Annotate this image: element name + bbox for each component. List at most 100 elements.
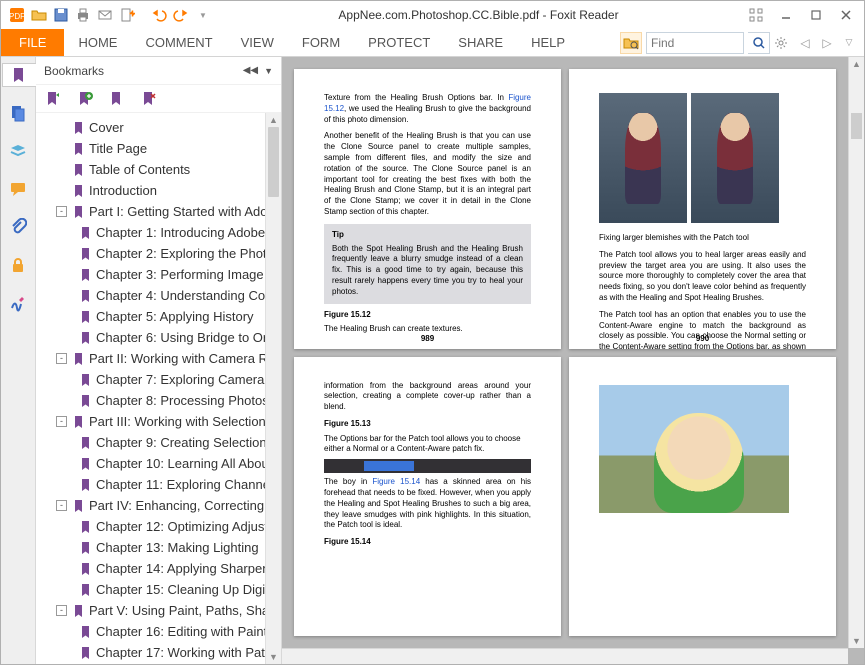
- bookmark-item[interactable]: Chapter 10: Learning All About: [36, 453, 281, 474]
- panel-menu-icon[interactable]: ▼: [264, 66, 273, 76]
- tree-toggle-icon[interactable]: -: [56, 206, 67, 217]
- bookmark-label: Chapter 7: Exploring Camera Raw: [96, 372, 281, 387]
- qat-dropdown-icon[interactable]: ▼: [193, 5, 213, 25]
- comments-tab-icon[interactable]: [6, 177, 30, 201]
- tab-share[interactable]: SHARE: [444, 29, 517, 56]
- doc-scrollbar-vertical[interactable]: ▲ ▼: [848, 57, 864, 648]
- bookmark-label: Chapter 12: Optimizing Adjustments: [96, 519, 281, 534]
- bookmark-item[interactable]: Chapter 11: Exploring Channels: [36, 474, 281, 495]
- bookmark-item[interactable]: Cover: [36, 117, 281, 138]
- bookmark-item[interactable]: -Part I: Getting Started with Adobe Phot…: [36, 201, 281, 222]
- bookmark-item[interactable]: Chapter 4: Understanding Color: [36, 285, 281, 306]
- ribbon-min-icon[interactable]: ▽: [840, 37, 858, 48]
- bookmark-item[interactable]: Chapter 6: Using Bridge to Organize: [36, 327, 281, 348]
- maximize-button[interactable]: [804, 5, 828, 25]
- tab-comment[interactable]: COMMENT: [131, 29, 226, 56]
- bookmark-label: Chapter 11: Exploring Channels: [96, 477, 279, 492]
- page-989: Texture from the Healing Brush Options b…: [294, 69, 561, 349]
- find-input[interactable]: [646, 32, 744, 54]
- bookmark-icon: [72, 184, 86, 198]
- bookmark-item[interactable]: -Part V: Using Paint, Paths, Shapes: [36, 600, 281, 621]
- signatures-tab-icon[interactable]: [6, 291, 30, 315]
- tab-home[interactable]: HOME: [64, 29, 131, 56]
- bookmark-item[interactable]: Chapter 7: Exploring Camera Raw: [36, 369, 281, 390]
- bookmark-item[interactable]: Chapter 14: Applying Sharpening: [36, 558, 281, 579]
- bm-delete-icon[interactable]: [140, 90, 158, 108]
- bookmark-item[interactable]: Chapter 9: Creating Selections: [36, 432, 281, 453]
- bm-expand-icon[interactable]: [44, 90, 62, 108]
- bookmark-item[interactable]: Chapter 18: Working with Text: [36, 663, 281, 664]
- prev-view-icon[interactable]: ◁: [796, 36, 814, 50]
- layers-tab-icon[interactable]: [6, 139, 30, 163]
- document-area[interactable]: Texture from the Healing Brush Options b…: [282, 57, 864, 664]
- bookmark-label: Chapter 2: Exploring the Photoshop Works…: [96, 246, 281, 261]
- link-fig-15-14[interactable]: Figure 15.14: [372, 477, 420, 486]
- bookmark-icon: [72, 121, 86, 135]
- open-icon[interactable]: [29, 5, 49, 25]
- bookmark-item[interactable]: Title Page: [36, 138, 281, 159]
- close-button[interactable]: [834, 5, 858, 25]
- bookmark-item[interactable]: Chapter 13: Making Lighting: [36, 537, 281, 558]
- bm-add-icon[interactable]: [76, 90, 94, 108]
- bookmark-label: Chapter 4: Understanding Color: [96, 288, 280, 303]
- pages-tab-icon[interactable]: [6, 101, 30, 125]
- bookmark-item[interactable]: Chapter 3: Performing Image Basics: [36, 264, 281, 285]
- attachments-tab-icon[interactable]: [6, 215, 30, 239]
- next-view-icon[interactable]: ▷: [818, 36, 836, 50]
- bookmark-label: Chapter 1: Introducing Adobe Photoshop: [96, 225, 281, 240]
- bookmark-item[interactable]: Introduction: [36, 180, 281, 201]
- email-icon[interactable]: [95, 5, 115, 25]
- figure-image: [691, 93, 779, 223]
- find-button[interactable]: [748, 32, 770, 54]
- bookmark-item[interactable]: -Part IV: Enhancing, Correcting,: [36, 495, 281, 516]
- app-icon: PDF: [7, 5, 27, 25]
- bookmark-item[interactable]: Chapter 12: Optimizing Adjustments: [36, 516, 281, 537]
- bookmark-label: Chapter 15: Cleaning Up Digital: [96, 582, 279, 597]
- bookmark-item[interactable]: -Part II: Working with Camera Raw: [36, 348, 281, 369]
- bm-options-icon[interactable]: [108, 90, 126, 108]
- redo-icon[interactable]: [171, 5, 191, 25]
- panel-collapse-icon[interactable]: ◀◀: [243, 65, 258, 76]
- bookmark-item[interactable]: Chapter 17: Working with Paths: [36, 642, 281, 663]
- bookmark-item[interactable]: Chapter 15: Cleaning Up Digital: [36, 579, 281, 600]
- bookmark-icon: [79, 394, 93, 408]
- bookmarks-tab-icon[interactable]: [2, 63, 36, 87]
- tab-help[interactable]: HELP: [517, 29, 579, 56]
- newdoc-icon[interactable]: [117, 5, 137, 25]
- bookmarks-title: Bookmarks: [44, 64, 243, 78]
- bookmark-item[interactable]: Chapter 1: Introducing Adobe Photoshop: [36, 222, 281, 243]
- bookmark-icon: [79, 268, 93, 282]
- bookmark-item[interactable]: Table of Contents: [36, 159, 281, 180]
- undo-icon[interactable]: [149, 5, 169, 25]
- tab-view[interactable]: VIEW: [227, 29, 288, 56]
- tab-protect[interactable]: PROTECT: [354, 29, 444, 56]
- bookmarks-tree[interactable]: CoverTitle PageTable of ContentsIntroduc…: [36, 113, 281, 664]
- tree-toggle-icon[interactable]: -: [56, 605, 67, 616]
- bookmark-label: Chapter 13: Making Lighting: [96, 540, 259, 555]
- bookmark-item[interactable]: Chapter 2: Exploring the Photoshop Works…: [36, 243, 281, 264]
- tree-toggle-icon[interactable]: -: [56, 500, 67, 511]
- svg-text:PDF: PDF: [9, 12, 25, 21]
- save-icon[interactable]: [51, 5, 71, 25]
- tab-file[interactable]: FILE: [1, 29, 64, 56]
- bookmark-icon: [79, 226, 93, 240]
- bookmark-icon: [79, 373, 93, 387]
- print-icon[interactable]: [73, 5, 93, 25]
- ribbon-collapse-icon[interactable]: [744, 5, 768, 25]
- bookmark-item[interactable]: Chapter 5: Applying History: [36, 306, 281, 327]
- bookmark-item[interactable]: -Part III: Working with Selections: [36, 411, 281, 432]
- bookmark-item[interactable]: Chapter 8: Processing Photos: [36, 390, 281, 411]
- bookmark-label: Chapter 5: Applying History: [96, 309, 254, 324]
- tab-form[interactable]: FORM: [288, 29, 354, 56]
- tree-toggle-icon[interactable]: -: [56, 353, 67, 364]
- search-folder-icon[interactable]: [620, 32, 642, 54]
- bookmark-item[interactable]: Chapter 16: Editing with Paint: [36, 621, 281, 642]
- minimize-button[interactable]: [774, 5, 798, 25]
- security-tab-icon[interactable]: [6, 253, 30, 277]
- bookmark-icon: [79, 310, 93, 324]
- bookmark-label: Chapter 10: Learning All About: [96, 456, 272, 471]
- settings-gear-icon[interactable]: [774, 36, 792, 50]
- bookmarks-scrollbar[interactable]: ▲ ▼: [265, 113, 281, 664]
- doc-scrollbar-horizontal[interactable]: [282, 648, 848, 664]
- tree-toggle-icon[interactable]: -: [56, 416, 67, 427]
